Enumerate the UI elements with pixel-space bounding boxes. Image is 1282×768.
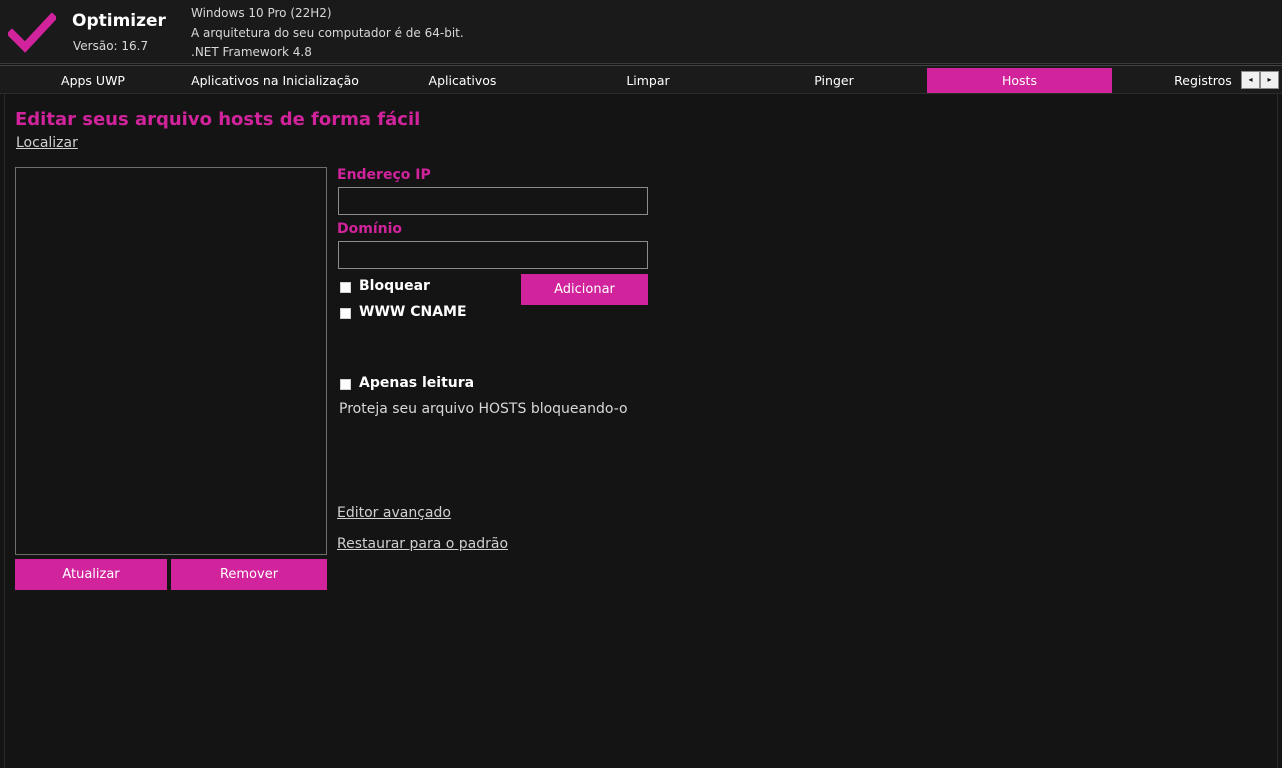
block-label: Bloquear: [359, 278, 430, 294]
hosts-list[interactable]: [15, 167, 327, 555]
app-header: Optimizer Versão: 16.7 Windows 10 Pro (2…: [0, 0, 1282, 64]
tab-hosts[interactable]: Hosts: [927, 68, 1112, 93]
os-info: Windows 10 Pro (22H2): [191, 6, 332, 20]
block-checkbox[interactable]: [340, 282, 351, 293]
ip-label: Endereço IP: [337, 167, 431, 183]
tab-startup-apps[interactable]: Aplicativos na Inicialização: [180, 68, 370, 93]
advanced-editor-link[interactable]: Editor avançado: [337, 505, 451, 521]
tab-apps-uwp[interactable]: Apps UWP: [0, 68, 186, 93]
cname-checkbox[interactable]: [340, 308, 351, 319]
refresh-button[interactable]: Atualizar: [15, 559, 167, 590]
ip-input[interactable]: [338, 187, 648, 215]
page-title: Editar seus arquivo hosts de forma fácil: [15, 109, 421, 130]
arch-info: A arquitetura do seu computador é de 64-…: [191, 26, 464, 40]
add-button[interactable]: Adicionar: [521, 274, 648, 305]
tab-clean[interactable]: Limpar: [555, 68, 741, 93]
domain-label: Domínio: [337, 221, 403, 237]
tab-scroll-right-icon[interactable]: ▸: [1260, 71, 1279, 89]
app-version: Versão: 16.7: [73, 39, 149, 53]
remove-button[interactable]: Remover: [171, 559, 327, 590]
tab-scroll-left-icon[interactable]: ◂: [1241, 71, 1260, 89]
cname-label: WWW CNAME: [359, 304, 467, 320]
domain-input[interactable]: [338, 241, 648, 269]
tab-pinger[interactable]: Pinger: [741, 68, 927, 93]
checkmark-icon: [8, 12, 56, 53]
readonly-checkbox[interactable]: [340, 379, 351, 390]
framework-info: .NET Framework 4.8: [191, 45, 312, 59]
restore-default-link[interactable]: Restaurar para o padrão: [337, 536, 508, 552]
readonly-description: Proteja seu arquivo HOSTS bloqueando-o: [339, 401, 628, 417]
locate-link[interactable]: Localizar: [16, 135, 78, 151]
readonly-label: Apenas leitura: [359, 375, 475, 391]
tab-apps[interactable]: Aplicativos: [370, 68, 555, 93]
tab-bar: Apps UWP Aplicativos na Inicialização Ap…: [0, 65, 1282, 94]
app-title: Optimizer: [72, 11, 166, 31]
